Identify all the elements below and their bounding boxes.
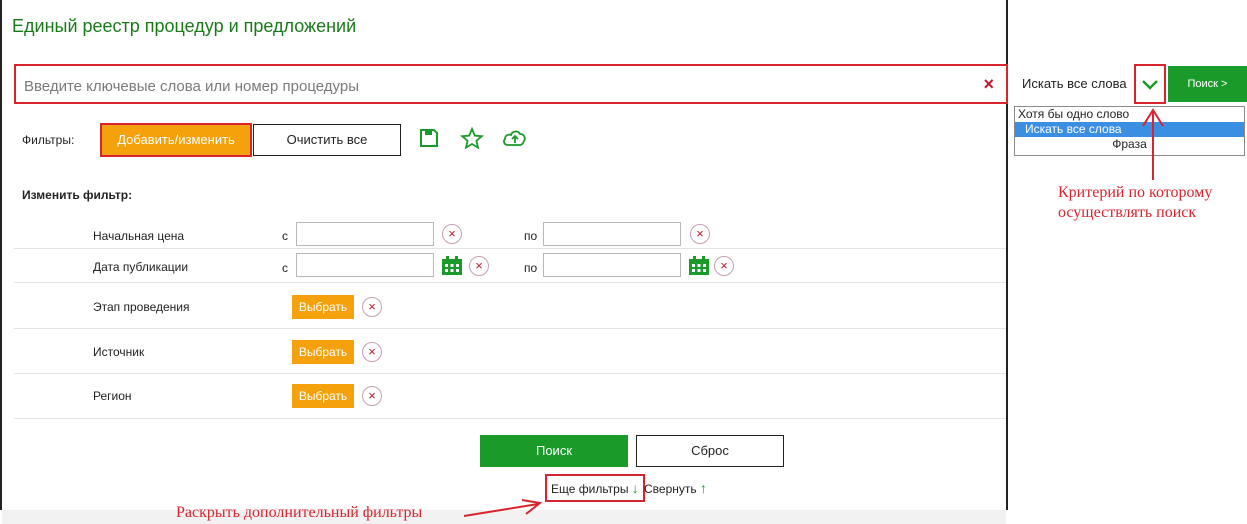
clear-search-icon[interactable]: × xyxy=(983,73,994,95)
edit-filter-heading: Изменить фильтр: xyxy=(22,188,133,202)
row-label-stage: Этап проведения xyxy=(93,300,190,314)
mode-option-all-words[interactable]: Искать все слова xyxy=(1015,122,1244,137)
calendar-icon[interactable] xyxy=(688,256,710,276)
date-from-input[interactable] xyxy=(296,253,434,277)
date-to-label: по xyxy=(524,261,538,275)
cloud-upload-icon[interactable] xyxy=(502,129,528,147)
price-from-label: с xyxy=(282,229,288,243)
price-to-input[interactable] xyxy=(543,222,681,246)
clear-all-button[interactable]: Очистить все xyxy=(253,124,401,156)
row-divider xyxy=(14,373,1006,374)
filters-label: Фильтры: xyxy=(22,133,75,147)
collapse-label: Свернуть xyxy=(644,482,697,496)
row-label-region: Регион xyxy=(93,389,132,403)
price-to-remove-icon[interactable]: × xyxy=(690,224,710,244)
add-edit-filter-button[interactable]: Добавить/изменить xyxy=(100,123,252,157)
search-mode-select[interactable]: Искать все слова xyxy=(1016,66,1133,102)
price-from-remove-icon[interactable]: × xyxy=(442,224,462,244)
calendar-icon[interactable] xyxy=(441,256,463,276)
row-label-publication-date: Дата публикации xyxy=(93,260,189,274)
expand-filters-annotation: Раскрыть дополнительный фильтры xyxy=(176,504,423,521)
stage-choose-button[interactable]: Выбрать xyxy=(292,295,354,319)
region-choose-button[interactable]: Выбрать xyxy=(292,384,354,408)
page-title: Единый реестр процедур и предложений xyxy=(12,16,357,36)
price-to-label: по xyxy=(524,229,538,243)
arrow-down-icon: ↓ xyxy=(631,480,639,496)
save-icon[interactable] xyxy=(419,128,439,148)
row-label-source: Источник xyxy=(93,345,145,359)
stage-remove-icon[interactable]: × xyxy=(362,297,382,317)
more-filters-link[interactable]: Еще фильтры ↓ xyxy=(545,474,645,502)
collapse-link[interactable]: Свернуть ↑ xyxy=(644,478,707,499)
row-divider xyxy=(14,248,1006,249)
arrow-up-icon: ↑ xyxy=(699,480,707,496)
date-from-label: с xyxy=(282,261,288,275)
search-mode-options: Хотя бы одно слово Искать все слова Фраз… xyxy=(1014,106,1245,156)
mode-option-phrase[interactable]: Фраза xyxy=(1015,137,1244,152)
reset-button[interactable]: Сброс xyxy=(636,435,784,467)
date-to-remove-icon[interactable]: × xyxy=(714,256,734,276)
criterion-annotation-line2: осуществлять поиск xyxy=(1058,204,1197,221)
star-icon[interactable] xyxy=(460,127,484,149)
expand-filters-annotation-arrow xyxy=(463,499,543,517)
search-mode-dropdown-toggle[interactable] xyxy=(1134,64,1166,104)
source-choose-button[interactable]: Выбрать xyxy=(292,340,354,364)
search-input[interactable] xyxy=(22,74,966,98)
row-divider xyxy=(14,328,1006,329)
date-from-remove-icon[interactable]: × xyxy=(469,256,489,276)
search-button[interactable]: Поиск xyxy=(480,435,628,467)
more-filters-label: Еще фильтры xyxy=(551,482,629,496)
search-go-button[interactable]: Поиск > xyxy=(1168,66,1247,102)
region-remove-icon[interactable]: × xyxy=(362,386,382,406)
date-to-input[interactable] xyxy=(543,253,681,277)
search-box: × xyxy=(14,64,1008,104)
criterion-annotation-line1: Критерий по которому xyxy=(1058,184,1213,201)
row-label-initial-price: Начальная цена xyxy=(93,229,185,243)
mode-option-any-word[interactable]: Хотя бы одно слово xyxy=(1015,107,1244,122)
chevron-down-icon xyxy=(1142,80,1158,90)
price-from-input[interactable] xyxy=(296,222,434,246)
source-remove-icon[interactable]: × xyxy=(362,342,382,362)
row-divider xyxy=(14,418,1006,419)
criterion-annotation-arrow xyxy=(1142,108,1164,180)
row-divider xyxy=(14,282,1006,283)
